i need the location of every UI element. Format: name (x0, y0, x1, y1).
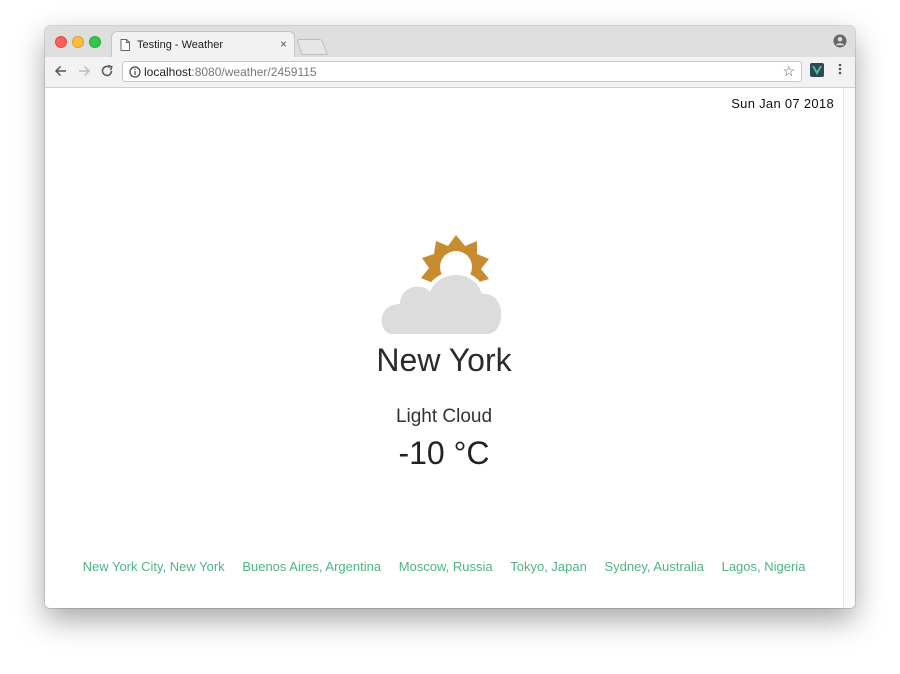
browser-toolbar: localhost:8080/weather/2459115 ☆ (45, 57, 855, 88)
zoom-window-button[interactable] (89, 36, 101, 48)
close-window-button[interactable] (55, 36, 67, 48)
info-icon[interactable] (129, 65, 141, 83)
reload-icon[interactable] (100, 64, 114, 81)
city-link-tokyo[interactable]: Tokyo, Japan (510, 559, 587, 574)
weather-condition: Light Cloud (395, 406, 493, 427)
profile-icon[interactable] (833, 34, 847, 53)
city-link-buenos-aires[interactable]: Buenos Aires, Argentina (242, 559, 381, 574)
url-host: localhost (144, 65, 192, 79)
browser-window: Testing - Weather × localhost:8080/weath… (45, 26, 855, 608)
address-bar[interactable]: localhost:8080/weather/2459115 ☆ (122, 61, 802, 82)
close-icon[interactable]: × (280, 37, 287, 51)
temperature: -10 °C (398, 435, 490, 471)
doc-icon (120, 38, 130, 56)
vue-devtools-icon[interactable] (810, 63, 824, 82)
city-name: New York (376, 342, 512, 378)
back-arrow-icon[interactable] (54, 64, 68, 81)
vertical-scrollbar[interactable] (843, 88, 855, 608)
kebab-menu-icon[interactable] (837, 62, 843, 79)
current-date: Sun Jan 07 2018 (731, 96, 834, 111)
browser-tab[interactable]: Testing - Weather × (111, 31, 295, 58)
tab-strip: Testing - Weather × (45, 26, 855, 58)
city-link-sydney[interactable]: Sydney, Australia (604, 559, 703, 574)
new-tab-button[interactable] (296, 39, 328, 55)
city-link-lagos[interactable]: Lagos, Nigeria (722, 559, 806, 574)
url-path: :8080/weather/2459115 (191, 65, 317, 79)
minimize-window-button[interactable] (72, 36, 84, 48)
forward-arrow-icon[interactable] (77, 64, 91, 81)
url-text: localhost:8080/weather/2459115 (144, 65, 317, 79)
page-viewport: Sun Jan 07 2018 New York Light Cloud -10… (45, 88, 855, 608)
tab-title: Testing - Weather (137, 39, 224, 51)
star-icon[interactable]: ☆ (782, 63, 795, 80)
city-link-new-york[interactable]: New York City, New York (83, 559, 225, 574)
city-link-moscow[interactable]: Moscow, Russia (399, 559, 493, 574)
city-links: New York City, New York Buenos Aires, Ar… (45, 559, 843, 574)
partly-cloudy-icon (377, 208, 510, 343)
